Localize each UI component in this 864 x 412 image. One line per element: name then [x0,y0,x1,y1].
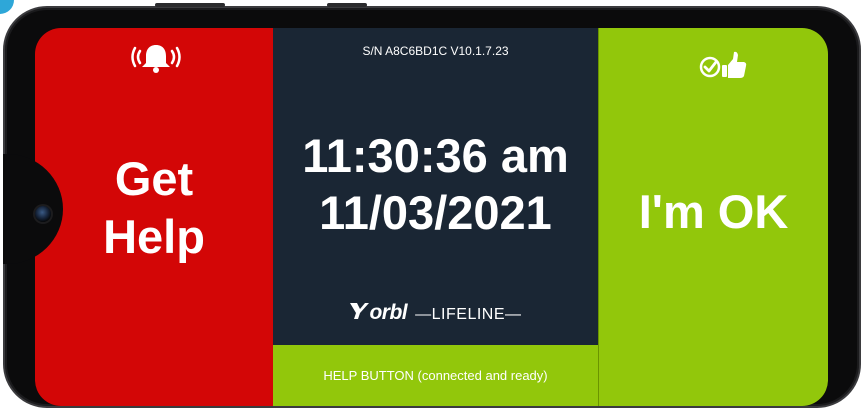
corner-accent [0,0,14,14]
get-help-label: Get Help [35,150,273,266]
get-help-button[interactable]: Get Help [35,28,273,406]
alarm-bell-icon [131,45,181,73]
front-camera [35,206,51,222]
current-date: 11/03/2021 [319,186,552,239]
im-ok-label: I'm OK [638,185,789,238]
power-button [327,3,367,7]
brand-logo: orbl —LIFELINE— [273,301,598,325]
check-thumbs-up-icon [699,51,747,78]
serial-number: S/N A8C6BD1C V10.1.7.23 [362,44,509,58]
brand-name: orbl [369,301,408,324]
current-time: 11:30:36 am [302,129,569,182]
app-screen: Get Help S/N A8C6BD1C V10.1.7.23 11:30:3… [35,28,828,406]
volume-button [155,3,225,7]
status-panel: S/N A8C6BD1C V10.1.7.23 11:30:36 am 11/0… [273,28,598,406]
connection-status-bar: HELP BUTTON (connected and ready) [273,345,598,406]
im-ok-button[interactable]: I'm OK [598,28,828,406]
phone-frame: Get Help S/N A8C6BD1C V10.1.7.23 11:30:3… [3,3,861,408]
clock-display: 11:30:36 am 11/03/2021 [273,127,598,241]
connection-status-text: HELP BUTTON (connected and ready) [323,368,548,383]
get-help-label-line2: Help [103,210,205,263]
yorbl-y-icon [350,303,370,319]
get-help-label-line1: Get [114,152,194,205]
brand-tagline: —LIFELINE— [415,306,522,323]
